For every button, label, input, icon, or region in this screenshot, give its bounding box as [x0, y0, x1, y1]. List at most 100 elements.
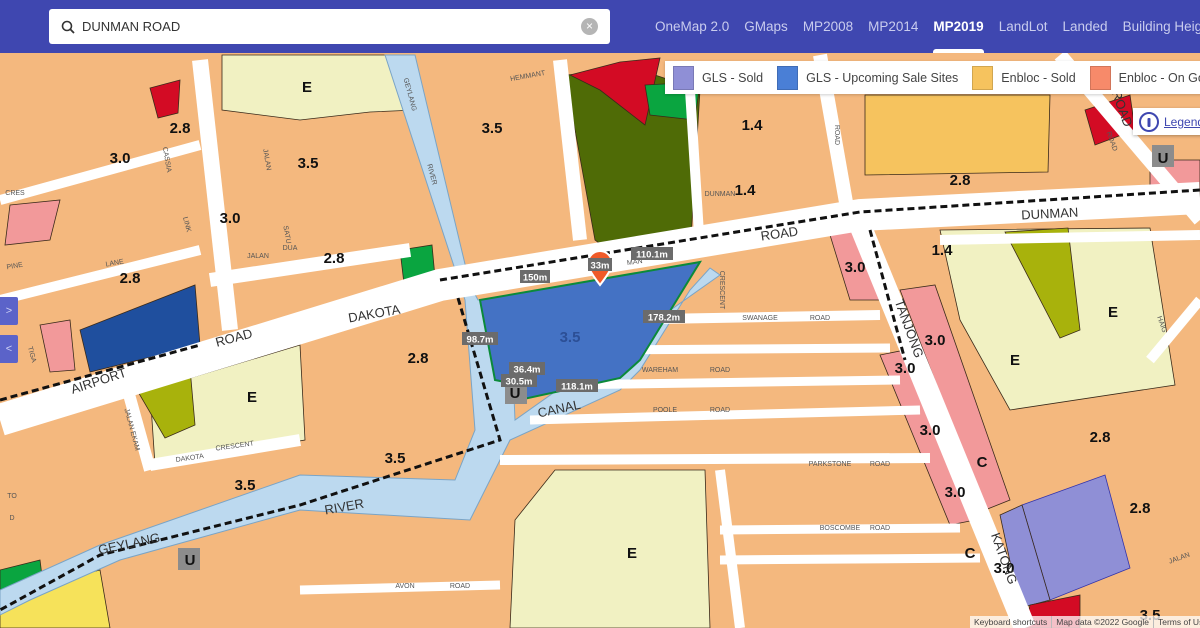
measurement-text: 30.5m	[506, 377, 533, 388]
zone-label: 1.4	[735, 182, 757, 199]
zone-label: 2.8	[1130, 500, 1151, 517]
legend-swatch	[673, 65, 694, 90]
tab-landlot[interactable]: LandLot	[999, 0, 1048, 53]
zone-label: 3.5	[482, 120, 503, 137]
terms-link[interactable]: Terms of Use	[1154, 616, 1200, 628]
tab-landed[interactable]: Landed	[1063, 0, 1108, 53]
measurement-text: 118.1m	[561, 382, 593, 393]
road-label: ROAD	[710, 407, 730, 414]
tab-onemap-2-0[interactable]: OneMap 2.0	[655, 0, 729, 53]
zone-label: 3.0	[945, 484, 966, 501]
road-label: AVON	[395, 583, 414, 590]
zone-label: E	[1010, 352, 1020, 369]
road-label: CRESCENT	[718, 271, 725, 310]
road-label: ROAD	[833, 125, 840, 145]
legend-swatch	[972, 65, 994, 90]
tab-building-height[interactable]: Building Height	[1123, 0, 1200, 53]
expand-panel-button[interactable]: >	[0, 297, 18, 325]
road-label: ROAD	[710, 367, 730, 374]
measurement-label: 98.7m	[462, 332, 498, 346]
zone-label: E	[302, 79, 312, 96]
road-label: PARKSTONE	[809, 461, 852, 468]
zone-label: 3.5	[560, 329, 581, 346]
legend-bar: GLS - Sold GLS - Upcoming Sale Sites Enblo…	[665, 61, 1200, 94]
legend-item[interactable]: GLS - Upcoming Sale Sites	[777, 65, 959, 90]
search-input[interactable]	[80, 18, 564, 35]
road-label: DUNMAN	[705, 191, 736, 198]
legend-label: GLS - Sold	[702, 70, 764, 85]
zone-label: 3.0	[925, 332, 946, 349]
zone-label: 2.8	[170, 120, 191, 137]
measurement-text: 36.4m	[514, 365, 541, 376]
road-label: DUA	[283, 245, 298, 252]
zone-label: 2.8	[1090, 429, 1111, 446]
keyboard-shortcuts-link[interactable]: Keyboard shortcuts	[970, 616, 1053, 628]
layer-tabs: OneMap 2.0 GMaps MP2008 MP2014 MP2019 LandLot…	[655, 0, 1200, 53]
road-label: ROAD	[450, 583, 470, 590]
measurement-label: 30.5m	[501, 374, 537, 388]
zone-label: 1.4	[932, 242, 954, 259]
zone-label: 2.8	[324, 250, 345, 267]
zone-label: C	[977, 454, 988, 471]
measurement-label: 33m	[588, 258, 612, 272]
zone-label: E	[1108, 304, 1118, 321]
zone-label: 2.8	[950, 172, 971, 189]
measurement-label: 178.2m	[643, 310, 685, 324]
road-label: ROAD	[870, 461, 890, 468]
road-label: TO	[7, 493, 17, 500]
legend-item[interactable]: Enbloc - Sold	[972, 65, 1076, 90]
info-icon	[1139, 111, 1159, 132]
legend-button-label: Legend	[1164, 114, 1200, 129]
tab-mp2014[interactable]: MP2014	[868, 0, 918, 53]
zone-label: 3.5	[298, 155, 319, 172]
measurement-label: 150m	[520, 270, 550, 284]
zoning-map[interactable]: E 2.8 3.0 3.5 3.5 3.0 2.8 2.8 2.8 E 3.5 3.5 3.5 E 1.4 1…	[0, 0, 1200, 628]
legend-label: Enbloc - On Going	[1118, 70, 1200, 85]
road-label: BOSCOMBE	[820, 525, 861, 532]
measurement-label: 36.4m	[509, 362, 545, 376]
zone-label: E	[247, 389, 257, 406]
legend-label: Enbloc - Sold	[1001, 70, 1076, 85]
search-icon	[61, 20, 75, 34]
measurement-text: 98.7m	[467, 335, 494, 346]
road-label: POOLE	[653, 407, 677, 414]
road-label: ROAD	[870, 525, 890, 532]
measurement-text: 150m	[523, 273, 547, 284]
zone-label: 3.0	[920, 422, 941, 439]
measurement-text: 178.2m	[648, 313, 680, 324]
road-label: ROAD	[810, 315, 830, 322]
clear-search-button[interactable]: ×	[581, 18, 598, 35]
map-attribution: Keyboard shortcuts Map data ©2022 Google…	[970, 616, 1200, 628]
tab-gmaps[interactable]: GMaps	[744, 0, 788, 53]
zone-label: 3.0	[845, 259, 866, 276]
zone-label: 3.0	[110, 150, 131, 167]
zone-label: 3.5	[235, 477, 256, 494]
road-label: SWANAGE	[742, 315, 778, 322]
zone-label: U	[1158, 150, 1169, 167]
zone-label: 2.8	[120, 270, 141, 287]
zone-label: U	[510, 385, 521, 402]
zone-label: C	[965, 545, 976, 562]
zone-label: E	[627, 545, 637, 562]
top-bar: × OneMap 2.0 GMaps MP2008 MP2014 MP2019 LandL…	[0, 0, 1200, 53]
tab-mp2019[interactable]: MP2019	[933, 0, 985, 53]
road-label: DUNMAN	[1021, 205, 1079, 223]
measurement-text: 33m	[590, 261, 609, 272]
road-label: WAREHAM	[642, 367, 678, 374]
zone-label: 1.4	[742, 117, 764, 134]
collapse-panel-button[interactable]: <	[0, 335, 18, 363]
map-data-credit: Map data ©2022 Google	[1052, 616, 1154, 628]
legend-item[interactable]: Enbloc - On Going	[1089, 65, 1200, 90]
tab-mp2008[interactable]: MP2008	[803, 0, 853, 53]
search-box: ×	[49, 9, 610, 44]
legend-swatch	[1089, 65, 1111, 90]
zone-label: 3.0	[220, 210, 241, 227]
legend-label: GLS - Upcoming Sale Sites	[806, 70, 959, 85]
zone-label: 3.0	[895, 360, 916, 377]
legend-item[interactable]: GLS - Sold	[673, 65, 764, 90]
legend-swatch	[777, 65, 799, 90]
road-label: CRES	[5, 190, 25, 197]
road-label: JALAN	[247, 253, 269, 260]
legend-button[interactable]: Legend	[1133, 108, 1200, 135]
measurement-label: 110.1m	[631, 247, 673, 261]
